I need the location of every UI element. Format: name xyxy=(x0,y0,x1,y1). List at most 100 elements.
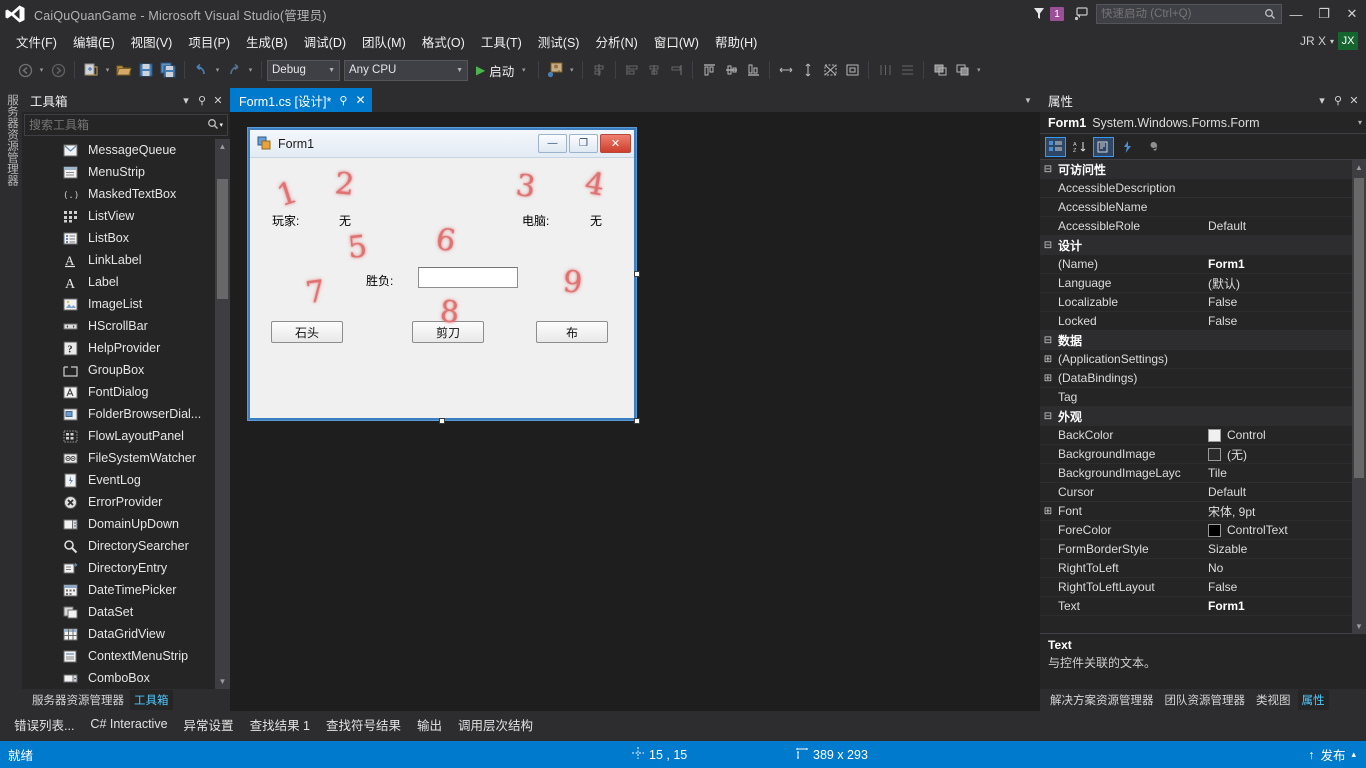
toolbox-item[interactable]: HScrollBar xyxy=(22,315,230,337)
property-value[interactable]: False xyxy=(1208,295,1366,309)
expand-icon[interactable]: ⊞ xyxy=(1040,373,1056,384)
toolbox-item[interactable]: A LinkLabel xyxy=(22,249,230,271)
properties-scrollbar[interactable]: ▲ ▼ xyxy=(1352,160,1366,633)
categorized-icon[interactable] xyxy=(1045,136,1066,157)
toolbox-item[interactable]: DomainUpDown xyxy=(22,513,230,535)
publish-icon[interactable]: ↑ xyxy=(1308,748,1314,762)
form-label[interactable]: 无 xyxy=(590,212,602,229)
bottom-tab-find-symbol-results[interactable]: 查找符号结果 xyxy=(326,715,401,734)
close-icon[interactable]: ✕ xyxy=(355,93,365,107)
toolbox-item[interactable]: DataSet xyxy=(22,601,230,623)
property-value[interactable]: Sizable xyxy=(1208,542,1366,556)
navigate-forward-icon[interactable] xyxy=(47,59,69,81)
property-row[interactable]: Language (默认) xyxy=(1040,274,1366,293)
property-category-row[interactable]: ⊟ 数据 xyxy=(1040,331,1366,350)
toolbox-item[interactable]: FolderBrowserDial... xyxy=(22,403,230,425)
toolbox-item[interactable]: FileSystemWatcher xyxy=(22,447,230,469)
property-row[interactable]: BackgroundImage (无) xyxy=(1040,445,1366,464)
expand-icon[interactable]: ⊞ xyxy=(1040,506,1056,517)
property-value[interactable]: False xyxy=(1208,580,1366,594)
collapse-icon[interactable]: ⊟ xyxy=(1040,335,1056,346)
avatar[interactable]: JX xyxy=(1338,32,1358,50)
resize-grip-right[interactable] xyxy=(634,271,640,277)
chevron-down-icon[interactable]: ▾ xyxy=(102,66,113,74)
chevron-down-icon[interactable]: ▼ xyxy=(450,67,463,74)
close-button[interactable]: ✕ xyxy=(1338,0,1366,28)
toolbox-item[interactable]: FlowLayoutPanel xyxy=(22,425,230,447)
scrollbar-thumb[interactable] xyxy=(1354,178,1364,478)
property-row[interactable]: ⊞ (ApplicationSettings) xyxy=(1040,350,1366,369)
open-file-icon[interactable] xyxy=(113,59,135,81)
publish-label[interactable]: 发布 xyxy=(1320,745,1345,764)
form-maximize-button[interactable]: ❐ xyxy=(569,134,598,153)
property-value[interactable]: No xyxy=(1208,561,1366,575)
toolbox-item[interactable]: ? HelpProvider xyxy=(22,337,230,359)
property-row[interactable]: (Name) Form1 xyxy=(1040,255,1366,274)
property-value[interactable]: Tile xyxy=(1208,466,1366,480)
menu-item-file[interactable]: 文件(F) xyxy=(8,29,65,54)
chevron-up-icon[interactable]: ▴ xyxy=(1351,749,1356,760)
toolbox-item[interactable]: DataGridView xyxy=(22,623,230,645)
scroll-down-icon[interactable]: ▼ xyxy=(215,674,230,689)
redo-icon[interactable] xyxy=(223,59,245,81)
toolbox-item[interactable]: ImageList xyxy=(22,293,230,315)
chevron-down-icon[interactable]: ▾ xyxy=(36,66,47,74)
property-row[interactable]: ⊞ Font 宋体, 9pt xyxy=(1040,502,1366,521)
chevron-down-icon[interactable]: ▾ xyxy=(219,121,223,129)
quick-launch-input[interactable] xyxy=(1101,8,1263,20)
menu-item-tools[interactable]: 工具(T) xyxy=(473,29,530,54)
search-icon[interactable] xyxy=(207,118,219,133)
properties-page-icon[interactable] xyxy=(1093,136,1114,157)
toolbox-item[interactable]: FontDialog xyxy=(22,381,230,403)
menu-item-debug[interactable]: 调试(D) xyxy=(296,29,354,54)
property-category-row[interactable]: ⊟ 可访问性 xyxy=(1040,160,1366,179)
chevron-down-icon[interactable]: ▾ xyxy=(245,66,256,74)
notification-count-badge[interactable]: 1 xyxy=(1050,7,1064,21)
panel-tab-server-explorer[interactable]: 服务器资源管理器 xyxy=(28,690,128,710)
toolbox-search-box[interactable]: ▾ xyxy=(24,114,228,136)
expand-icon[interactable]: ⊞ xyxy=(1040,354,1056,365)
pin-icon[interactable]: ⚲ xyxy=(194,94,210,107)
form-label[interactable]: 电脑: xyxy=(522,212,549,229)
pin-icon[interactable]: ⚲ xyxy=(339,94,347,107)
form-label[interactable]: 无 xyxy=(339,212,351,229)
bottom-tab-output[interactable]: 输出 xyxy=(417,715,442,734)
property-row[interactable]: Locked False xyxy=(1040,312,1366,331)
property-row[interactable]: ForeColor ControlText xyxy=(1040,521,1366,540)
toolbox-item[interactable]: ListBox xyxy=(22,227,230,249)
property-row[interactable]: Tag xyxy=(1040,388,1366,407)
save-all-icon[interactable] xyxy=(157,59,179,81)
bottom-tab-error-list[interactable]: 错误列表... xyxy=(14,715,74,734)
property-category-row[interactable]: ⊟ 外观 xyxy=(1040,407,1366,426)
resize-grip-bottom[interactable] xyxy=(439,418,445,424)
attach-to-process-icon[interactable] xyxy=(544,59,566,81)
chevron-down-icon[interactable]: ▾ xyxy=(1330,37,1334,46)
menu-item-format[interactable]: 格式(O) xyxy=(414,29,473,54)
search-icon[interactable] xyxy=(1263,7,1277,21)
configuration-dropdown[interactable]: Debug ▼ xyxy=(267,59,340,81)
form-selection-border[interactable]: Form1 — ❐ ✕ 玩家: 无电脑: 无胜负: 石头 剪刀布 1 2 3 4 5 6 7 8 9 xyxy=(247,127,640,424)
property-category-row[interactable]: ⊟ 设计 xyxy=(1040,236,1366,255)
panel-tab-properties[interactable]: 属性 xyxy=(1297,690,1329,710)
collapse-icon[interactable]: ⊟ xyxy=(1040,164,1056,175)
chevron-down-icon[interactable]: ▾ xyxy=(1358,118,1362,127)
pin-icon[interactable]: ⚲ xyxy=(1330,94,1346,107)
property-row[interactable]: RightToLeft No xyxy=(1040,559,1366,578)
send-feedback-icon[interactable] xyxy=(1070,5,1092,23)
close-icon[interactable]: ✕ xyxy=(1346,94,1362,107)
server-explorer-vertical-tab[interactable]: 服务器资源管理器 xyxy=(0,88,22,688)
toolbox-item[interactable]: ComboBox xyxy=(22,667,230,689)
property-row[interactable]: BackgroundImageLayc Tile xyxy=(1040,464,1366,483)
toolbox-item[interactable]: MenuStrip xyxy=(22,161,230,183)
panel-tab-team-explorer[interactable]: 团队资源管理器 xyxy=(1161,690,1250,710)
property-value[interactable]: 宋体, 9pt xyxy=(1208,503,1366,520)
property-row[interactable]: RightToLeftLayout False xyxy=(1040,578,1366,597)
menu-item-window[interactable]: 窗口(W) xyxy=(646,29,707,54)
toolbar-overflow-icon[interactable]: ▾ xyxy=(973,66,984,74)
chevron-down-icon[interactable]: ▾ xyxy=(518,66,529,74)
property-value[interactable]: False xyxy=(1208,314,1366,328)
property-value[interactable]: Default xyxy=(1208,485,1366,499)
toolbox-item[interactable]: (.). MaskedTextBox xyxy=(22,183,230,205)
scroll-up-icon[interactable]: ▲ xyxy=(215,139,230,154)
design-form[interactable]: Form1 — ❐ ✕ 玩家: 无电脑: 无胜负: 石头 剪刀布 1 2 3 4 5 6 7 8 9 xyxy=(250,130,634,418)
